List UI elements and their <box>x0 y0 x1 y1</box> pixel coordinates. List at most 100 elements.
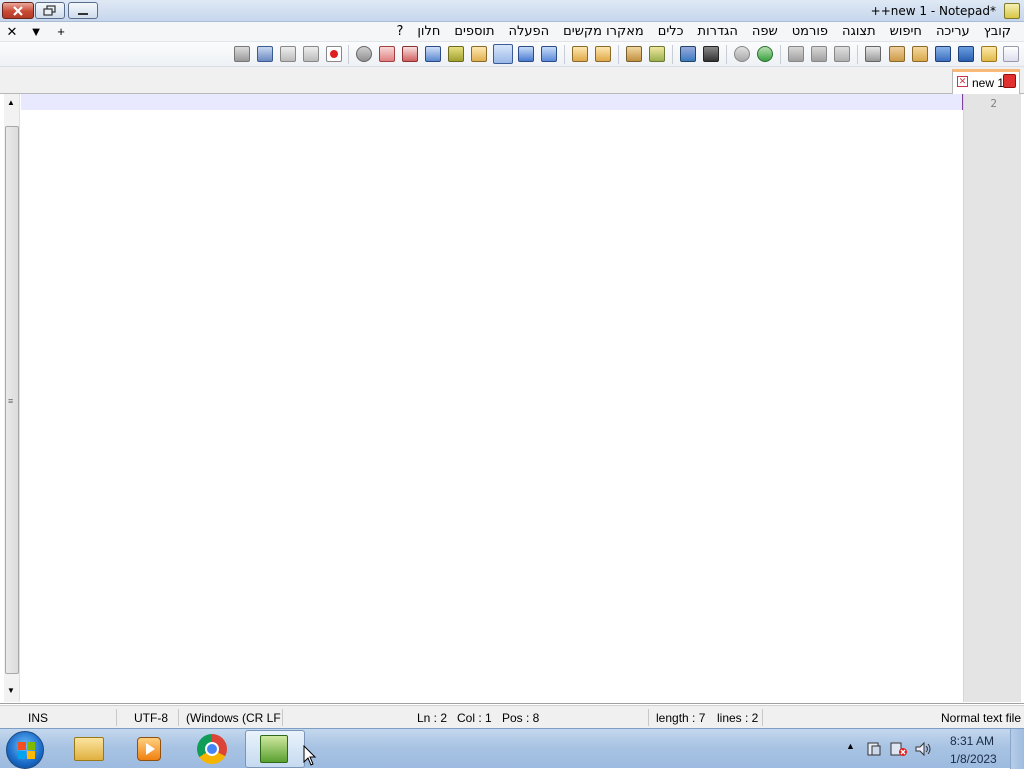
taskbar: ▲ 8:31 AM 1/8/2023 <box>0 728 1024 769</box>
new-document-plus-icon[interactable]: + <box>54 24 68 40</box>
clock-date[interactable]: 1/8/2023 <box>950 752 997 766</box>
paste-icon[interactable] <box>788 46 804 62</box>
monitoring-icon[interactable] <box>379 46 395 62</box>
menu-language[interactable]: שפה <box>745 24 785 40</box>
menu-format[interactable]: פורמט <box>785 24 835 40</box>
editor-area[interactable]: ▲ ≡ ▼ 2 <box>0 94 1024 704</box>
title-bar: ++new 1 - Notepad* <box>0 0 1024 22</box>
minimize-icon <box>78 12 88 15</box>
menu-tools[interactable]: כלים <box>651 24 691 40</box>
windows-flag-icon-part <box>18 751 26 759</box>
close-window-button[interactable] <box>2 2 34 19</box>
save-icon[interactable] <box>958 46 974 62</box>
close-all-icon[interactable] <box>889 46 905 62</box>
restore-window-button[interactable] <box>35 2 65 19</box>
status-eol[interactable]: (Windows (CR LF <box>186 711 281 725</box>
open-file-icon[interactable] <box>981 46 997 62</box>
menu-search[interactable]: חיפוש <box>883 24 929 40</box>
chrome-icon <box>197 734 227 764</box>
menu-view[interactable]: תצוגה <box>835 24 883 40</box>
toolbar <box>0 42 1024 67</box>
menu-bar: ✕ ▼ + קובץ עריכה חיפוש תצוגה פורמט שפה ה… <box>0 22 1024 42</box>
mouse-cursor-icon <box>303 745 317 766</box>
scrollbar-grip-icon: ≡ <box>8 396 14 406</box>
line-number: 2 <box>990 97 997 110</box>
run-macro-multiple-icon[interactable] <box>280 46 296 62</box>
tab-close-icon[interactable]: ✕ <box>957 76 968 87</box>
function-list-icon[interactable] <box>425 46 441 62</box>
close-file-icon[interactable] <box>912 46 928 62</box>
copy-icon[interactable] <box>811 46 827 62</box>
tab-new-1[interactable]: ✕ new 1 <box>952 69 1020 94</box>
menu-plugins[interactable]: תוספים <box>447 24 501 40</box>
menu-file[interactable]: קובץ <box>977 24 1018 40</box>
sync-horizontal-icon[interactable] <box>572 46 588 62</box>
status-lines: lines : 2 <box>717 711 759 725</box>
redo-icon[interactable] <box>757 46 773 62</box>
notepad-plus-plus-icon <box>260 735 288 763</box>
menu-window[interactable]: חלון <box>410 24 447 40</box>
volume-icon[interactable] <box>914 741 932 757</box>
status-length: length : 7 <box>656 711 706 725</box>
minimize-window-button[interactable] <box>68 2 98 19</box>
menu-settings[interactable]: הגדרות <box>691 24 745 40</box>
vertical-scrollbar[interactable]: ▲ ≡ ▼ <box>4 94 20 702</box>
taskbar-notepad-plus-plus[interactable] <box>245 730 305 768</box>
save-macro-icon[interactable] <box>234 46 250 62</box>
document-list-icon[interactable]: ▼ <box>29 24 43 40</box>
doc-map-icon[interactable] <box>448 46 464 62</box>
all-chars-icon[interactable] <box>518 46 534 62</box>
clock-time[interactable]: 8:31 AM <box>950 734 994 748</box>
cut-icon[interactable] <box>834 46 850 62</box>
show-hidden-icons-icon[interactable]: ▲ <box>846 741 855 751</box>
show-desktop-button[interactable] <box>1010 729 1024 769</box>
playback-macro-icon[interactable] <box>303 46 319 62</box>
record-macro-icon[interactable] <box>356 46 372 62</box>
window-title: ++new 1 - Notepad* <box>870 4 996 18</box>
menu-macro[interactable]: מאקרו מקשים <box>556 24 651 40</box>
line-number-gutter: 2 <box>963 94 1021 702</box>
status-encoding[interactable]: UTF-8 <box>134 711 168 725</box>
status-insert-mode[interactable]: INS <box>28 711 48 725</box>
find-icon[interactable] <box>703 46 719 62</box>
menu-items: קובץ עריכה חיפוש תצוגה פורמט שפה הגדרות … <box>389 24 1018 40</box>
menu-help[interactable]: ? <box>389 24 410 40</box>
scroll-up-arrow-icon[interactable]: ▲ <box>7 98 15 107</box>
current-line-highlight <box>21 94 963 110</box>
network-disconnected-icon[interactable] <box>890 741 908 757</box>
status-bar: INS UTF-8 (Windows (CR LF Ln : 2 Col : 1… <box>0 705 1024 728</box>
close-document-icon[interactable]: ✕ <box>5 24 19 40</box>
sync-vertical-icon[interactable] <box>595 46 611 62</box>
notepad-plus-plus-app-icon <box>1004 3 1020 19</box>
tab-strip: ✕ new 1 <box>0 67 1024 94</box>
taskbar-chrome[interactable] <box>182 730 242 768</box>
menu-edit[interactable]: עריכה <box>929 24 977 40</box>
windows-flag-icon-part <box>27 751 35 759</box>
action-center-flag-icon[interactable] <box>866 741 882 757</box>
word-wrap-icon[interactable] <box>541 46 557 62</box>
scroll-down-arrow-icon[interactable]: ▼ <box>7 686 15 695</box>
windows-explorer-icon <box>74 737 104 761</box>
replace-icon[interactable] <box>680 46 696 62</box>
taskbar-explorer[interactable] <box>59 730 119 768</box>
start-button[interactable] <box>6 731 44 769</box>
zoom-out-icon[interactable] <box>626 46 642 62</box>
unsaved-indicator-icon <box>1003 74 1016 88</box>
status-column: Col : 1 <box>457 711 492 725</box>
zoom-in-icon[interactable] <box>649 46 665 62</box>
windows-flag-icon <box>18 742 26 750</box>
new-file-icon[interactable] <box>1003 46 1019 62</box>
status-file-type: Normal text file <box>941 711 1022 725</box>
taskbar-media-player[interactable] <box>119 730 179 768</box>
stop-record-icon[interactable] <box>326 46 342 62</box>
menu-run[interactable]: הפעלה <box>502 24 557 40</box>
save-all-icon[interactable] <box>935 46 951 62</box>
indent-guide-icon[interactable] <box>493 44 513 64</box>
rewind-macro-icon[interactable] <box>257 46 273 62</box>
tab-label: new 1 <box>972 76 1005 90</box>
udl-icon[interactable] <box>471 46 487 62</box>
undo-icon[interactable] <box>734 46 750 62</box>
folder-workspace-icon[interactable] <box>402 46 418 62</box>
media-player-icon <box>137 737 161 761</box>
print-icon[interactable] <box>865 46 881 62</box>
